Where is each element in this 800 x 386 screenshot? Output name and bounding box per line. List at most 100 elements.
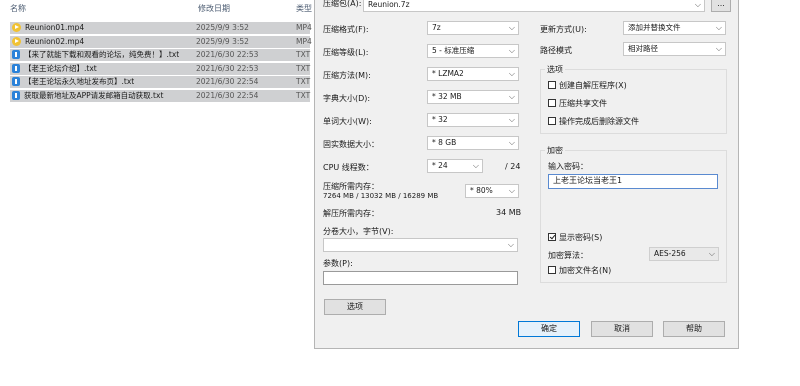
word-label: 单词大小(W): [323,117,372,126]
shared-files-label: 压缩共享文件 [559,99,607,108]
file-date: 2025/9/9 3:52 [196,36,249,46]
checkbox-box [548,117,556,125]
help-button[interactable]: 帮助 [663,321,725,337]
text-file-icon [12,63,20,73]
mem-comp-label: 压缩所需内存： [323,182,379,191]
path-combo[interactable]: 相对路径 ⌵ [623,42,726,56]
chevron-down-icon: ⌵ [708,249,715,258]
cpu-combo[interactable]: * 24 ⌵ [427,159,483,173]
file-name-text: Reunion01.mp4 [25,23,85,32]
chevron-down-icon: ⌵ [715,23,722,32]
file-type: TXT [296,50,311,60]
file-row[interactable]: Reunion01.mp4 2025/9/9 3:52 MP4 [10,22,312,34]
file-name-text: Reunion02.mp4 [25,36,85,46]
text-file-icon [12,77,20,87]
add-to-archive-dialog: 压缩包(A): Reunion.7z ⌵ ... 压缩格式(F): 7z ⌵ 压缩等… [314,0,739,349]
file-name: Reunion01.mp4 [12,22,84,34]
archive-label: 压缩包(A): [323,0,362,8]
video-file-icon [12,23,21,32]
file-name: 【来了就能下载和观看的论坛，纯免费！】.txt [12,49,179,61]
enc-method-label: 加密算法： [548,251,588,260]
password-input[interactable]: 上老王论坛当老王1 [548,174,718,189]
update-value: 添加并替换文件 [628,23,681,32]
cpu-label: CPU 线程数： [323,163,374,172]
chevron-down-icon: ⌵ [508,46,515,55]
file-type: MP4 [296,23,312,32]
file-type: MP4 [296,36,312,46]
column-header-type[interactable]: 类型 [296,0,312,17]
chevron-down-icon: ⌵ [508,69,515,78]
sfx-label: 创建自解压程序(X) [559,81,627,90]
options-button[interactable]: 选项 [324,299,386,315]
dict-combo[interactable]: * 32 MB ⌵ [427,90,519,104]
update-label: 更新方式(U): [540,25,587,34]
encrypt-names-checkbox[interactable]: 加密文件名(N) [548,266,611,276]
level-combo[interactable]: 5 - 标准压缩 ⌵ [427,44,519,58]
checkbox-box [548,99,556,107]
options-group-label: 选项 [545,64,565,75]
mem-decomp-value: 34 MB [496,208,522,217]
column-header-name[interactable]: 名称 [10,0,26,17]
file-name-text: 【来了就能下载和观看的论坛，纯免费！】.txt [24,50,180,60]
file-row[interactable]: 【老王论坛介绍】.txt 2021/6/30 22:53 TXT [10,62,311,75]
checkbox-checked-box [548,233,556,241]
chevron-down-icon: ⌵ [508,92,515,101]
method-label: 压缩方法(M): [323,71,371,80]
path-label: 路径模式 [540,46,572,55]
file-name: 【老王论坛介绍】.txt [12,63,97,75]
file-name-text: 【老王论坛永久地址发布页】.txt [24,77,135,87]
file-row[interactable]: 【来了就能下载和观看的论坛，纯免费！】.txt 2021/6/30 22:53 TX… [10,49,311,62]
cancel-button[interactable]: 取消 [591,321,653,337]
archive-name-combo[interactable]: Reunion.7z ⌵ [363,0,705,12]
file-date: 2021/6/30 22:53 [196,63,259,73]
text-file-icon [12,50,20,60]
column-header-date[interactable]: 修改日期 [198,0,230,17]
dict-value: * 32 MB [432,92,462,101]
cpu-total: / 24 [505,162,521,171]
chevron-down-icon: ⌵ [472,161,479,170]
chevron-down-icon: ⌵ [715,44,722,53]
file-row[interactable]: Reunion02.mp4 2025/9/9 3:52 MP4 [10,35,312,48]
method-combo[interactable]: * LZMA2 ⌵ [427,67,519,81]
update-combo[interactable]: 添加并替换文件 ⌵ [623,21,726,35]
split-combo[interactable]: ⌵ [323,238,518,252]
chevron-down-icon: ⌵ [508,23,515,32]
file-name-text: 【老王论坛介绍】.txt [24,63,97,73]
text-file-icon [12,91,20,100]
chevron-down-icon: ⌵ [694,0,701,9]
solid-combo[interactable]: * 8 GB ⌵ [427,136,519,150]
shared-files-checkbox[interactable]: 压缩共享文件 [548,99,607,109]
format-value: 7z [432,23,441,32]
file-date: 2025/9/9 3:52 [196,23,249,32]
encrypt-names-label: 加密文件名(N) [559,266,612,275]
file-row[interactable]: 【老王论坛永久地址发布页】.txt 2021/6/30 22:54 TXT [10,76,310,89]
file-name: Reunion02.mp4 [12,36,84,48]
word-combo[interactable]: * 32 ⌵ [427,113,519,127]
file-date: 2021/6/30 22:53 [196,50,259,60]
solid-value: * 8 GB [432,138,457,147]
mem-percent-combo[interactable]: * 80% ⌵ [465,184,519,198]
format-combo[interactable]: 7z ⌵ [427,21,519,35]
params-input[interactable] [323,271,518,285]
mem-percent-value: * 80% [470,186,493,195]
file-type: TXT [296,91,311,100]
chevron-down-icon: ⌵ [507,240,514,249]
file-name: 获取最新地址及APP请发邮箱自动获取.txt [12,90,163,102]
browse-button[interactable]: ... [711,0,731,12]
enc-method-value: AES-256 [654,249,686,258]
format-label: 压缩格式(F): [323,25,369,34]
path-value: 相对路径 [628,44,658,53]
enc-method-combo[interactable]: AES-256 ⌵ [649,247,719,261]
show-password-checkbox[interactable]: 显示密码(S) [548,233,602,243]
delete-after-checkbox[interactable]: 操作完成后删除源文件 [548,117,639,127]
file-name: 【老王论坛永久地址发布页】.txt [12,76,134,88]
checkbox-box [548,266,556,274]
file-row[interactable]: 获取最新地址及APP请发邮箱自动获取.txt 2021/6/30 22:54 TXT [10,90,310,102]
word-value: * 32 [432,115,448,124]
archive-name-value: Reunion.7z [368,0,410,9]
sfx-checkbox[interactable]: 创建自解压程序(X) [548,81,627,91]
mem-comp-detail: 7264 MB / 13032 MB / 16289 MB [323,192,439,200]
level-value: 5 - 标准压缩 [432,46,475,55]
ok-button[interactable]: 确定 [518,321,580,337]
file-type: TXT [296,63,311,73]
